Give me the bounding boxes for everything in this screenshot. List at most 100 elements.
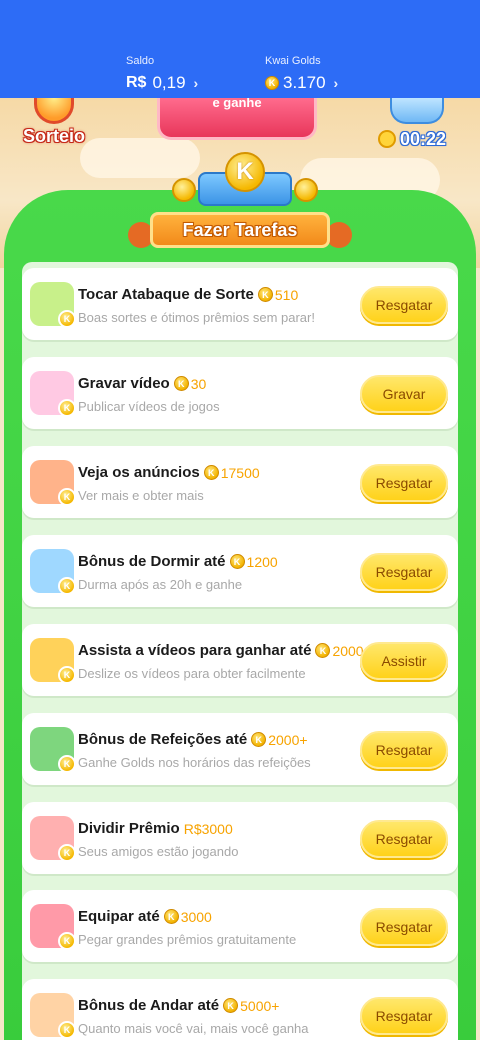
- coin-badge-icon: K: [58, 666, 76, 684]
- task-title: Tocar Atabaque de Sorte: [78, 286, 254, 303]
- task-card: K Assista a vídeos para ganhar até K 2000 De…: [22, 624, 458, 696]
- coin-badge-icon: K: [58, 932, 76, 950]
- task-subtitle: Deslize os vídeos para obter facilmente: [78, 666, 306, 681]
- sorteio-label: Sorteio: [22, 126, 85, 146]
- gold-coin-icon: K: [257, 287, 273, 302]
- task-title: Equipar até: [78, 908, 160, 925]
- gold-coin-icon: K: [265, 76, 279, 90]
- task-title-row: Bônus de Andar até K 5000+: [78, 997, 279, 1014]
- video-record-icon: K: [30, 371, 76, 417]
- gold-coin-icon: K: [315, 643, 331, 658]
- task-action-button[interactable]: Resgatar: [360, 908, 448, 946]
- task-subtitle: Quanto mais você vai, mais você ganha: [78, 1021, 309, 1036]
- coin-badge-icon: K: [58, 844, 76, 862]
- task-reward: K 510: [257, 286, 299, 303]
- currency-symbol: R$: [126, 74, 147, 91]
- task-title-row: Veja os anúncios K 17500: [78, 464, 260, 481]
- camera-icon: K: [30, 638, 76, 684]
- task-reward: K 17500: [203, 464, 260, 481]
- section-title: Fazer Tarefas: [150, 212, 330, 248]
- task-action-button[interactable]: Resgatar: [360, 997, 448, 1035]
- countdown-timer: 00:22: [400, 128, 447, 149]
- drum-icon: K: [30, 282, 76, 328]
- task-reward: K 3000: [163, 908, 212, 925]
- coin-badge-icon: K: [58, 399, 76, 417]
- task-action-button[interactable]: Assistir: [360, 642, 448, 680]
- task-reward-value: R$3000: [183, 820, 233, 837]
- task-title: Assista a vídeos para ganhar até: [78, 642, 312, 659]
- meal-calendar-icon: K: [30, 727, 76, 773]
- gold-coin-icon: K: [229, 554, 245, 569]
- task-reward: K 2000: [315, 643, 364, 659]
- task-title: Gravar vídeo: [78, 375, 170, 392]
- task-reward-value: 510: [274, 286, 299, 303]
- golds-value: 3.170: [283, 73, 326, 92]
- task-card: K Veja os anúncios K 17500 Ver mais e obter …: [22, 446, 458, 518]
- task-title: Dividir Prêmio: [78, 820, 180, 837]
- clock-icon: [378, 130, 396, 148]
- task-reward: R$3000: [184, 821, 233, 837]
- task-reward-value: 1200: [246, 553, 278, 570]
- section-ribbon: Fazer Tarefas: [128, 208, 352, 248]
- task-action-button[interactable]: Resgatar: [360, 464, 448, 502]
- gold-coin-icon: K: [173, 376, 189, 391]
- task-subtitle: Ver mais e obter mais: [78, 488, 204, 503]
- task-subtitle: Pegar grandes prêmios gratuitamente: [78, 932, 297, 947]
- task-title-row: Gravar vídeo K 30: [78, 375, 206, 392]
- task-title: Bônus de Refeições até: [78, 731, 248, 748]
- task-title-row: Equipar até K 3000: [78, 908, 212, 925]
- task-reward-value: 2000+: [268, 731, 308, 748]
- gold-coin-icon: K: [251, 732, 267, 747]
- task-reward-value: 3000: [180, 908, 212, 925]
- task-card: K Bônus de Refeições até K 2000+ Ganhe Golds…: [22, 713, 458, 785]
- walking-boy-icon: K: [30, 993, 76, 1039]
- task-title: Bônus de Andar até: [78, 997, 220, 1014]
- task-card: K Dividir Prêmio R$3000 Seus amigos estão j…: [22, 802, 458, 874]
- task-title-row: Bônus de Dormir até K 1200: [78, 553, 278, 570]
- coin-badge-icon: K: [58, 488, 76, 506]
- task-title: Bônus de Dormir até: [78, 553, 226, 570]
- coin-badge-icon: K: [58, 1021, 76, 1039]
- task-title-row: Dividir Prêmio R$3000: [78, 820, 233, 837]
- task-card: K Gravar vídeo K 30 Publicar vídeos de jogos…: [22, 357, 458, 429]
- task-reward: K 5000+: [223, 998, 279, 1014]
- chevron-right-icon: ›: [333, 75, 339, 91]
- top-balance-bar: Saldo R$ 0,19 › Kwai Golds K 3.170 ›: [0, 0, 480, 98]
- saldo-value: 0,19: [152, 73, 186, 92]
- coin-badge-icon: K: [58, 577, 76, 595]
- task-reward: K 30: [173, 376, 206, 392]
- golds-label: Kwai Golds: [265, 55, 321, 67]
- task-action-button[interactable]: Resgatar: [360, 731, 448, 769]
- timed-reward-box[interactable]: 00:22: [378, 98, 458, 154]
- gold-coin-icon: K: [203, 465, 219, 480]
- task-subtitle: Seus amigos estão jogando: [78, 844, 239, 859]
- task-card: K Tocar Atabaque de Sorte K 510 Boas sortes …: [22, 268, 458, 340]
- saldo-balance[interactable]: Saldo R$ 0,19 ›: [126, 55, 198, 93]
- task-reward-value: 17500: [220, 464, 260, 481]
- task-subtitle: Publicar vídeos de jogos: [78, 399, 220, 414]
- task-action-button[interactable]: Resgatar: [360, 820, 448, 858]
- task-title-row: Assista a vídeos para ganhar até K 2000: [78, 642, 364, 659]
- sorteio-button[interactable]: Sorteio: [18, 98, 90, 152]
- saldo-label: Saldo: [126, 55, 155, 67]
- coin-badge-icon: K: [58, 755, 76, 773]
- task-card: K Bônus de Andar até K 5000+ Quanto mais voc…: [22, 979, 458, 1040]
- task-action-button[interactable]: Gravar: [360, 375, 448, 413]
- earn-banner-button[interactable]: e ganhe: [157, 95, 317, 140]
- task-action-button[interactable]: Resgatar: [360, 553, 448, 591]
- kwai-golds-balance[interactable]: Kwai Golds K 3.170 ›: [265, 55, 338, 93]
- task-subtitle: Durma após as 20h e ganhe: [78, 577, 243, 592]
- task-action-button[interactable]: Resgatar: [360, 286, 448, 324]
- gold-coin-icon: K: [163, 909, 179, 924]
- treasure-chest-icon: K: [172, 150, 318, 210]
- task-title: Veja os anúncios: [78, 464, 200, 481]
- coupon-icon: K: [30, 904, 76, 950]
- gift-box-icon: K: [30, 816, 76, 862]
- task-reward: K 2000+: [251, 731, 308, 748]
- chevron-right-icon: ›: [193, 75, 199, 91]
- tv-ads-icon: K: [30, 460, 76, 506]
- task-card: K Equipar até K 3000 Pegar grandes prêmios g…: [22, 890, 458, 962]
- coin-badge-icon: K: [58, 310, 76, 328]
- gift-box-icon: [390, 98, 444, 124]
- task-card: K Bônus de Dormir até K 1200 Durma após as 2…: [22, 535, 458, 607]
